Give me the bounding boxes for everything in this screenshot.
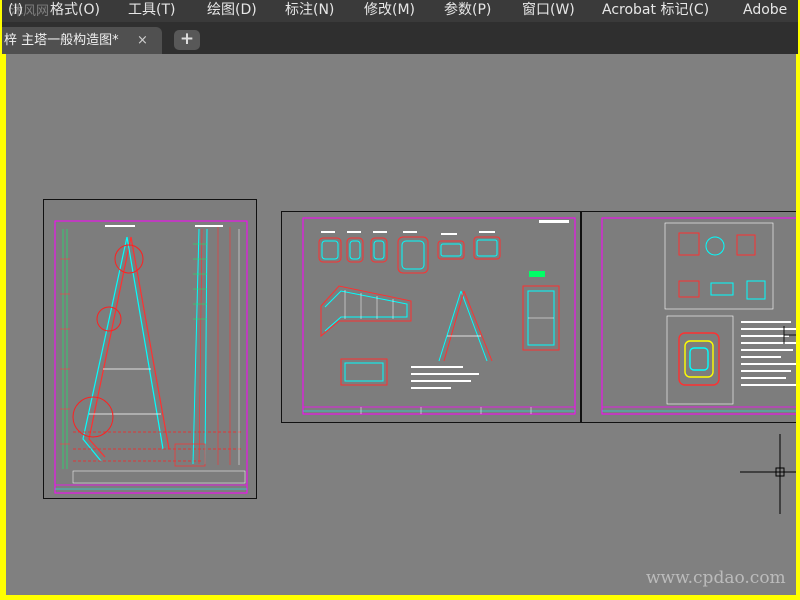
- drawing-sheet-1[interactable]: [43, 199, 257, 500]
- document-tab-bar: 梓 主塔一般构造图* × +: [2, 22, 798, 54]
- menu-item-tools[interactable]: 工具(T): [128, 0, 175, 20]
- plus-icon: +: [179, 29, 195, 49]
- drawing-canvas[interactable]: www.cpdao.com: [6, 54, 796, 595]
- ucs-marker-icon: [783, 326, 796, 344]
- menu-item-parameter[interactable]: 参数(P): [444, 0, 491, 20]
- menu-bar: (I) 格式(O) 工具(T) 绘图(D) 标注(N) 修改(M) 参数(P) …: [2, 0, 798, 22]
- menu-item-window[interactable]: 窗口(W): [522, 0, 575, 20]
- close-icon[interactable]: ×: [137, 27, 148, 54]
- drawing-sheet-2[interactable]: [281, 211, 581, 424]
- menu-item-format[interactable]: 格式(O): [50, 0, 100, 20]
- menu-watermark: 沐风网: [10, 4, 50, 19]
- tab-label: 梓 主塔一般构造图*: [4, 33, 119, 48]
- new-tab-button[interactable]: +: [174, 30, 200, 50]
- tab-main-tower-drawing[interactable]: 梓 主塔一般构造图* ×: [2, 27, 162, 54]
- menu-item-acrobat-markup[interactable]: Acrobat 标记(C): [602, 0, 709, 20]
- menu-item-modify[interactable]: 修改(M): [364, 0, 415, 20]
- menu-item-dimension[interactable]: 标注(N): [285, 0, 334, 20]
- menu-item-adobe[interactable]: Adobe: [743, 0, 787, 20]
- drawing-sheet-3[interactable]: [581, 211, 796, 424]
- menu-item-draw[interactable]: 绘图(D): [207, 0, 257, 20]
- site-watermark: www.cpdao.com: [646, 568, 786, 588]
- crosshair-cursor-icon: [740, 434, 796, 514]
